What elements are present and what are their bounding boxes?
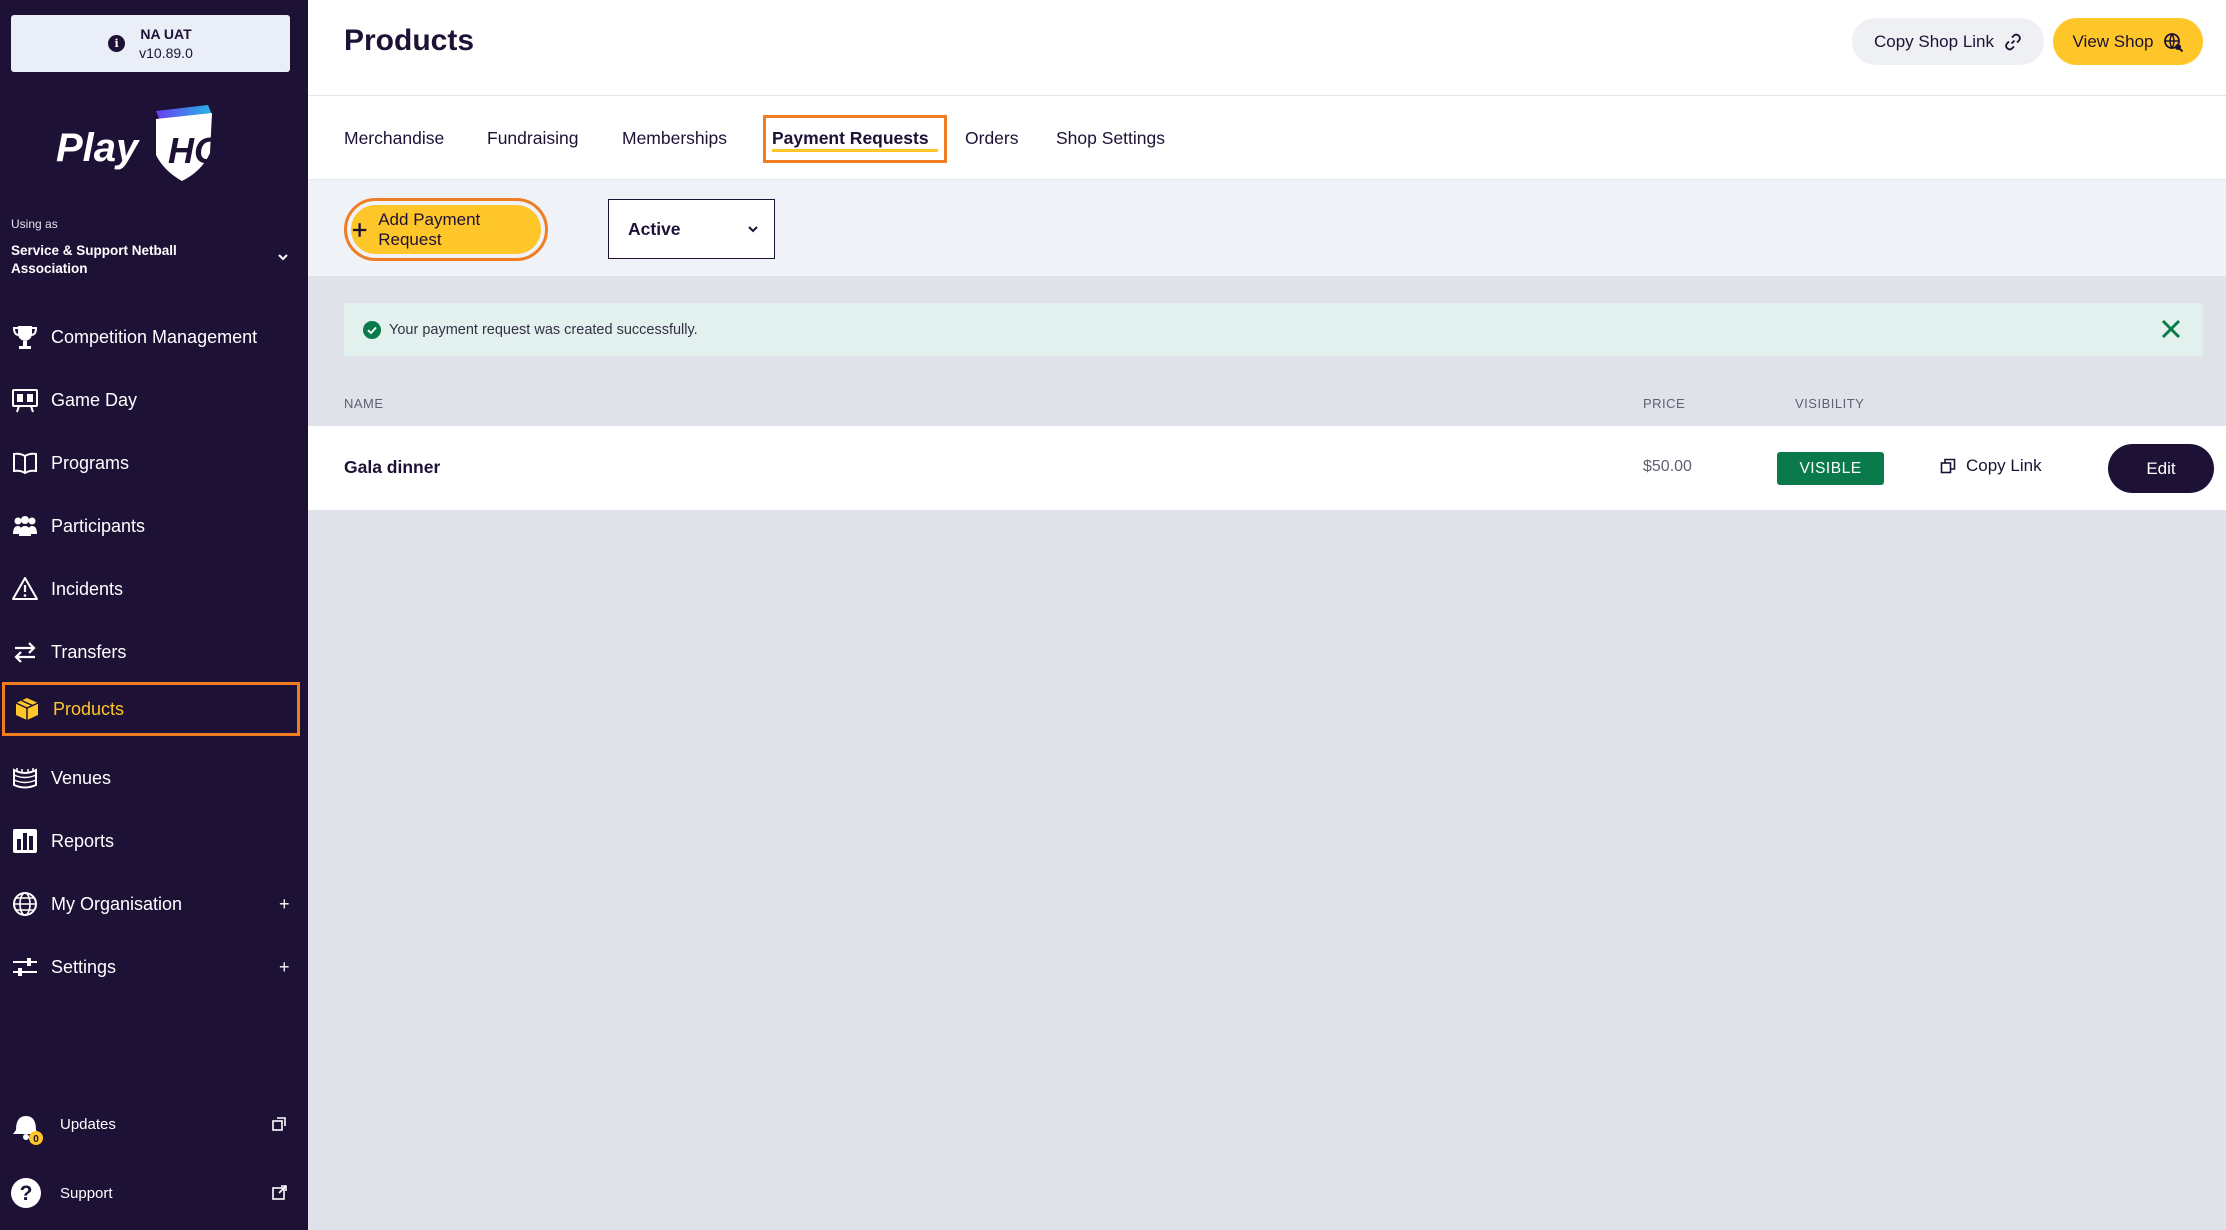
nav-item-competition-management[interactable]: Competition Management	[0, 310, 308, 364]
environment-badge: i NA UAT v10.89.0	[11, 15, 290, 72]
nav-item-transfers[interactable]: Transfers	[0, 625, 308, 679]
updates-label: Updates	[60, 1115, 116, 1133]
nav-label: My Organisation	[51, 893, 183, 914]
edit-button[interactable]: Edit	[2108, 444, 2214, 493]
support-link[interactable]: ? Support	[0, 1171, 308, 1215]
nav-item-settings[interactable]: Settings +	[0, 940, 308, 994]
updates-link[interactable]: 0 Updates	[0, 1102, 308, 1146]
nav-label: Venues	[51, 767, 112, 788]
toolbar: Add Payment Request Active	[308, 180, 2226, 276]
copy-shop-link-label: Copy Shop Link	[1873, 31, 1995, 51]
table-row: Gala dinner $50.00 VISIBLE Copy Link Edi…	[308, 426, 2226, 510]
chevron-down-icon[interactable]	[276, 250, 290, 264]
playhq-logo[interactable]: HQ Play	[52, 105, 222, 185]
tab-memberships[interactable]: Memberships	[622, 96, 727, 180]
svg-text:?: ?	[20, 1182, 33, 1205]
alert-message: Your payment request was created success…	[389, 321, 698, 338]
product-tabs: Merchandise Fundraising Memberships Paym…	[308, 96, 2226, 180]
tab-orders[interactable]: Orders	[965, 96, 1018, 180]
sliders-icon	[10, 952, 40, 982]
scoreboard-icon	[10, 385, 40, 415]
product-name: Gala dinner	[344, 457, 441, 477]
copy-icon	[1940, 458, 1956, 474]
add-payment-request-button[interactable]: Add Payment Request	[351, 205, 541, 254]
warning-icon	[10, 574, 40, 604]
nav-label: Settings	[51, 956, 117, 977]
tab-payment-requests[interactable]: Payment Requests	[772, 96, 929, 180]
external-link-icon	[272, 1185, 287, 1200]
page-header: Products Copy Shop Link View Shop	[308, 0, 2226, 96]
updates-badge-count: 0	[33, 1134, 39, 1145]
logo-mark-text: HQ	[168, 130, 222, 171]
globe-search-icon	[2164, 32, 2184, 52]
people-icon	[10, 511, 40, 541]
help-icon: ?	[10, 1177, 42, 1209]
transfer-arrows-icon	[10, 637, 40, 667]
status-filter-select[interactable]: Active	[608, 199, 775, 259]
expand-plus-icon[interactable]: +	[279, 894, 290, 915]
nav-item-game-day[interactable]: Game Day	[0, 373, 308, 427]
page-title: Products	[344, 24, 475, 57]
stadium-icon	[10, 763, 40, 793]
status-filter-value: Active	[628, 218, 681, 239]
tab-shop-settings[interactable]: Shop Settings	[1056, 96, 1165, 180]
view-shop-button[interactable]: View Shop	[2053, 18, 2203, 65]
nav-item-incidents[interactable]: Incidents	[0, 562, 308, 616]
nav-item-reports[interactable]: Reports	[0, 814, 308, 868]
nav-label: Programs	[51, 452, 130, 473]
globe-icon	[10, 889, 40, 919]
nav-label: Transfers	[51, 641, 127, 662]
column-header-price: PRICE	[1643, 396, 1686, 411]
nav-item-venues[interactable]: Venues	[0, 751, 308, 805]
support-label: Support	[60, 1184, 113, 1202]
expand-plus-icon[interactable]: +	[279, 957, 290, 978]
nav-label: Participants	[51, 515, 146, 536]
nav-label: Incidents	[51, 578, 124, 599]
external-link-icon	[272, 1117, 286, 1131]
copy-link-label: Copy Link	[1966, 456, 2042, 475]
view-shop-label: View Shop	[2072, 31, 2154, 51]
product-price: $50.00	[1643, 458, 1692, 475]
tab-merchandise[interactable]: Merchandise	[344, 96, 444, 180]
book-icon	[10, 448, 40, 478]
visibility-badge: VISIBLE	[1777, 452, 1884, 485]
nav-label: Competition Management	[51, 326, 258, 347]
tab-fundraising[interactable]: Fundraising	[487, 96, 578, 180]
environment-version: v10.89.0	[139, 44, 193, 61]
close-icon[interactable]	[2160, 318, 2182, 340]
logo-text: Play	[56, 126, 140, 170]
column-header-visibility: VISIBILITY	[1795, 396, 1865, 411]
column-header-name: NAME	[344, 396, 384, 411]
copy-link-button[interactable]: Copy Link	[1940, 456, 2042, 476]
environment-name: NA UAT	[140, 25, 192, 42]
nav-item-programs[interactable]: Programs	[0, 436, 308, 490]
nav-item-participants[interactable]: Participants	[0, 499, 308, 553]
organisation-name[interactable]: Service & Support Netball Association	[11, 242, 231, 278]
sidebar: i NA UAT v10.89.0 HQ Play Using as Servi…	[0, 0, 308, 1230]
main-content: Products Copy Shop Link View Shop Mercha…	[308, 0, 2226, 1230]
box-icon	[12, 694, 42, 724]
trophy-icon	[10, 322, 40, 352]
chevron-down-icon	[748, 226, 758, 233]
nav-label: Products	[53, 698, 125, 719]
success-alert: Your payment request was created success…	[344, 303, 2203, 356]
nav-item-products[interactable]: Products	[2, 682, 300, 736]
nav-item-my-organisation[interactable]: My Organisation +	[0, 877, 308, 931]
check-circle-icon	[363, 321, 381, 339]
bell-icon: 0	[10, 1108, 43, 1145]
table-header: NAME PRICE VISIBILITY	[308, 390, 2226, 426]
link-icon	[2005, 33, 2021, 50]
plus-icon	[352, 222, 367, 237]
report-icon	[10, 826, 40, 856]
add-payment-request-label: Add Payment Request	[378, 209, 481, 249]
copy-shop-link-button[interactable]: Copy Shop Link	[1852, 18, 2044, 65]
active-tab-underline	[772, 149, 938, 152]
using-as-label: Using as	[11, 217, 58, 231]
nav-label: Game Day	[51, 389, 138, 410]
nav-label: Reports	[51, 830, 115, 851]
info-icon: i	[108, 35, 126, 52]
